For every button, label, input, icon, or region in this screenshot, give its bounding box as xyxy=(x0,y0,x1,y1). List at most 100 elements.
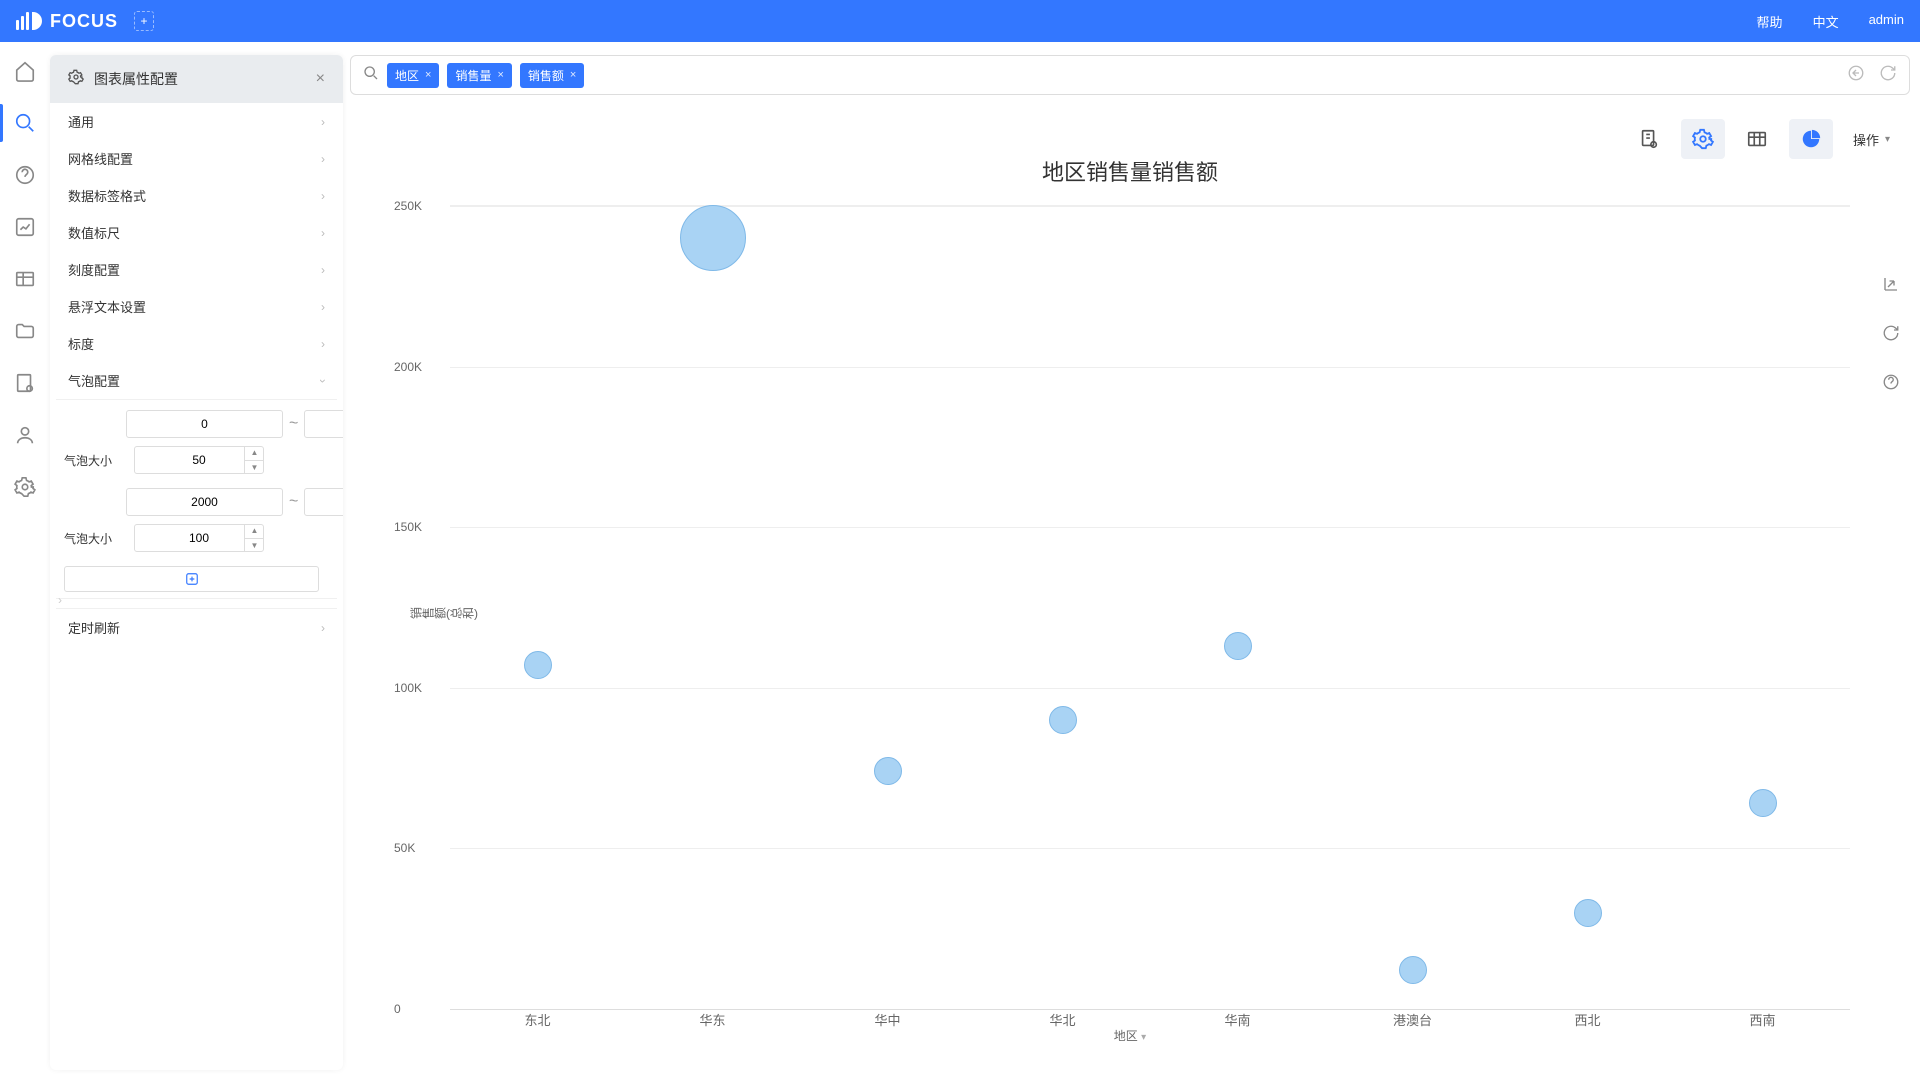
section-general[interactable]: 通用› xyxy=(50,103,343,140)
chevron-right-icon: › xyxy=(321,226,325,240)
x-tick: 华东 xyxy=(699,1010,725,1029)
save-config-button[interactable] xyxy=(1627,119,1671,159)
section-data-ruler[interactable]: 数值标尺› xyxy=(50,214,343,251)
left-rail xyxy=(0,42,50,1080)
nav-chart[interactable] xyxy=(12,214,38,240)
panel-title: 图表属性配置 xyxy=(94,69,178,89)
tag-label: 地区 xyxy=(395,67,419,84)
nav-search[interactable] xyxy=(12,110,38,136)
bubble-point[interactable] xyxy=(1574,899,1602,927)
spinner-up-icon[interactable]: ▲ xyxy=(245,524,264,539)
chart-plot-area: 050K100K150K200K250K东北华东华中华北华南港澳台西北西南 xyxy=(450,205,1850,1010)
logo-text: FOCUS xyxy=(50,11,118,32)
undo-button[interactable] xyxy=(1847,64,1865,87)
expand-button[interactable] xyxy=(1882,275,1900,298)
tag-sales-qty[interactable]: 销售量 × xyxy=(447,63,511,88)
size2-spinner[interactable]: ▲▼ xyxy=(244,524,264,552)
section-metric[interactable]: 标度› xyxy=(50,325,343,362)
section-grid[interactable]: 网格线配置› xyxy=(50,140,343,177)
spinner-up-icon[interactable]: ▲ xyxy=(245,446,264,461)
range2-max-input[interactable] xyxy=(304,488,343,516)
chart-settings-button[interactable] xyxy=(1681,119,1725,159)
search-bar[interactable]: 地区 × 销售量 × 销售额 × xyxy=(350,55,1910,95)
nav-user[interactable] xyxy=(12,422,38,448)
x-tick: 华中 xyxy=(874,1010,900,1029)
section-hover[interactable]: 悬浮文本设置 › xyxy=(50,288,343,325)
chevron-down-icon: ▾ xyxy=(1141,1032,1146,1043)
tag-remove-icon[interactable]: × xyxy=(497,69,503,81)
plus-icon xyxy=(185,572,199,586)
chart-toolbar: 操作▾ xyxy=(350,119,1910,159)
table-view-button[interactable] xyxy=(1735,119,1779,159)
nav-table[interactable] xyxy=(12,266,38,292)
bubble-point[interactable] xyxy=(1049,706,1077,734)
tag-region[interactable]: 地区 × xyxy=(387,63,439,88)
bubble-point[interactable] xyxy=(1224,632,1252,660)
bubble-point[interactable] xyxy=(1749,789,1777,817)
config-panel: 图表属性配置 × 通用› 网格线配置› 数据标签格式› 数值标尺› 刻度配置› … xyxy=(50,55,343,1070)
range2-min-input[interactable] xyxy=(126,488,283,516)
nav-settings[interactable] xyxy=(12,474,38,500)
tag-sales-amt[interactable]: 销售额 × xyxy=(520,63,584,88)
nav-help[interactable] xyxy=(12,162,38,188)
user-link[interactable]: admin xyxy=(1869,12,1904,31)
bubble-point[interactable] xyxy=(680,205,746,271)
nav-gear-page[interactable] xyxy=(12,370,38,396)
chevron-right-icon: › xyxy=(321,300,325,314)
search-icon xyxy=(363,65,379,86)
section-data-label[interactable]: 数据标签格式› xyxy=(50,177,343,214)
tag-label: 销售额 xyxy=(528,67,564,84)
x-tick: 东北 xyxy=(524,1010,550,1029)
chevron-right-icon: › xyxy=(321,152,325,166)
y-tick: 100K xyxy=(394,681,422,695)
x-axis-label-text: 地区 xyxy=(1114,1029,1138,1043)
chevron-right-icon: › xyxy=(321,337,325,351)
range1-max-input[interactable] xyxy=(304,410,343,438)
help-link[interactable]: 帮助 xyxy=(1757,12,1783,31)
tag-remove-icon[interactable]: × xyxy=(425,69,431,81)
nav-home[interactable] xyxy=(12,58,38,84)
y-tick: 50K xyxy=(394,841,415,855)
reload-button[interactable] xyxy=(1882,324,1900,347)
user-icon xyxy=(14,424,36,446)
help-button[interactable] xyxy=(1882,373,1900,396)
spinner-down-icon[interactable]: ▼ xyxy=(245,461,264,475)
y-tick: 250K xyxy=(394,199,422,213)
bubble-size-label: 气泡大小 xyxy=(64,530,120,547)
panel-close-button[interactable]: × xyxy=(316,70,325,88)
bubble-config-body: ~ × 气泡大小 ▲▼ ~ × 气泡大小 ▲ xyxy=(56,399,337,599)
chevron-right-icon: › xyxy=(321,115,325,129)
x-tick: 华南 xyxy=(1224,1010,1250,1029)
nav-folder[interactable] xyxy=(12,318,38,344)
refresh-button[interactable] xyxy=(1879,64,1897,87)
chart-view-button[interactable] xyxy=(1789,119,1833,159)
help-icon xyxy=(14,164,36,186)
logo[interactable]: FOCUS xyxy=(16,11,118,32)
section-refresh[interactable]: 定时刷新› xyxy=(50,609,343,646)
tag-label: 销售量 xyxy=(455,67,491,84)
bubble-point[interactable] xyxy=(874,757,902,785)
bubble-point[interactable] xyxy=(524,651,552,679)
y-tick: 0 xyxy=(394,1002,401,1016)
chevron-right-icon: › xyxy=(321,263,325,277)
operate-dropdown[interactable]: 操作▾ xyxy=(1853,130,1890,149)
section-hover-label: 悬浮文本设置 xyxy=(68,297,146,316)
tag-remove-icon[interactable]: × xyxy=(570,69,576,81)
x-tick: 西北 xyxy=(1574,1010,1600,1029)
section-bubble[interactable]: 气泡配置 › xyxy=(50,362,343,399)
gear-icon xyxy=(14,476,36,498)
home-icon xyxy=(14,60,36,82)
add-tab-button[interactable]: + xyxy=(134,11,154,31)
lang-link[interactable]: 中文 xyxy=(1813,12,1839,31)
section-scale[interactable]: 刻度配置› xyxy=(50,251,343,288)
bubble-point[interactable] xyxy=(1399,956,1427,984)
table-icon xyxy=(14,268,36,290)
section-data-label-label: 数据标签格式 xyxy=(68,186,146,205)
chevron-down-icon: › xyxy=(316,379,330,383)
add-range-button[interactable] xyxy=(64,566,319,592)
x-axis-label[interactable]: 地区 ▾ xyxy=(1114,1027,1146,1044)
section-bubble-label: 气泡配置 xyxy=(68,371,120,390)
range1-min-input[interactable] xyxy=(126,410,283,438)
size1-spinner[interactable]: ▲▼ xyxy=(244,446,264,474)
spinner-down-icon[interactable]: ▼ xyxy=(245,539,264,553)
